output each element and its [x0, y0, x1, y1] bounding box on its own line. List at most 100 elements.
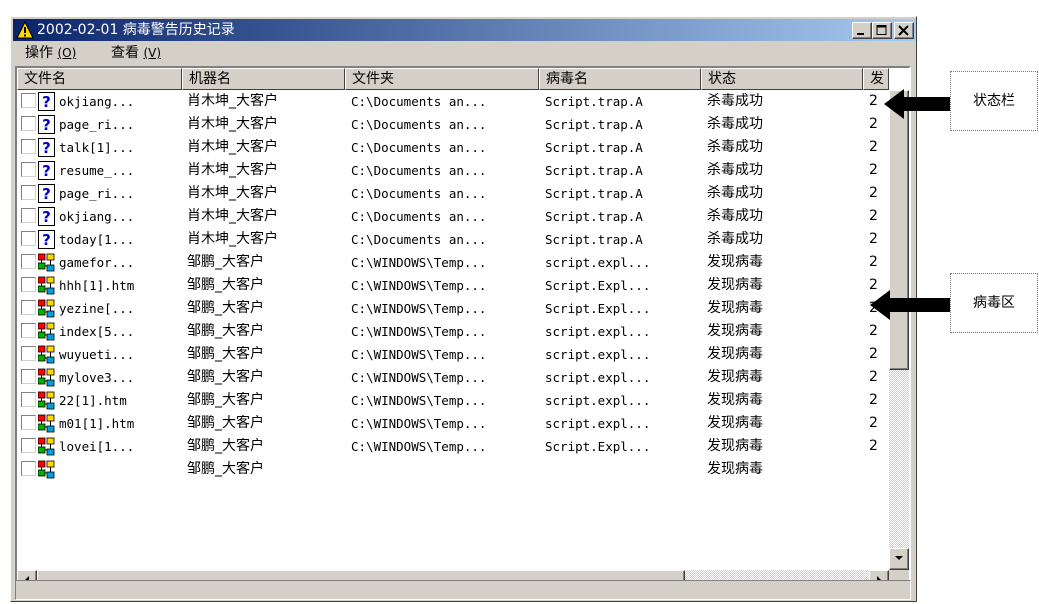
cell-virus: script.expl... [545, 370, 651, 385]
table-row[interactable]: lovei[1... 邹鹏_大客户 C:\WINDOWS\Temp... Script… [17, 435, 889, 458]
virus-file-icon [38, 276, 55, 295]
menu-bar: 操作 (O) 查看 (V) [13, 42, 916, 64]
cell-virus: Script.trap.A [545, 232, 643, 247]
table-row[interactable]: ? talk[1]... 肖木坤_大客户 C:\Documents an... Scri… [17, 136, 889, 159]
menu-view[interactable]: 查看 (V) [111, 45, 161, 61]
row-checkbox[interactable] [21, 346, 36, 361]
cell-file: okjiang... [59, 94, 135, 109]
table-row[interactable]: index[5... 邹鹏_大客户 C:\WINDOWS\Temp... script… [17, 320, 889, 343]
table-row[interactable]: hhh[1].htm 邹鹏_大客户 C:\WINDOWS\Temp... Script… [17, 274, 889, 297]
cell-machine: 邹鹏_大客户 [187, 392, 264, 408]
cell-extra: 2 [869, 415, 878, 431]
row-checkbox[interactable] [21, 231, 36, 246]
table-row[interactable]: ? resume_... 肖木坤_大客户 C:\Documents an... Scri… [17, 159, 889, 182]
cell-status: 发现病毒 [707, 300, 763, 316]
status-bar [15, 580, 911, 600]
table-row[interactable]: ? okjiang... 肖木坤_大客户 C:\Documents an... Scri… [17, 90, 889, 113]
row-checkbox[interactable] [21, 415, 36, 430]
cell-file: page_ri... [59, 117, 135, 132]
cell-extra: 2 [869, 208, 878, 224]
row-checkbox[interactable] [21, 139, 36, 154]
row-checkbox[interactable] [21, 277, 36, 292]
cell-status: 发现病毒 [707, 438, 763, 454]
table-row[interactable]: yezine[... 邹鹏_大客户 C:\WINDOWS\Temp... Script… [17, 297, 889, 320]
cell-machine: 邹鹏_大客户 [187, 369, 264, 385]
cell-file: index[5... [59, 324, 135, 339]
row-checkbox[interactable] [21, 116, 36, 131]
cell-virus: Script.trap.A [545, 94, 643, 109]
row-checkbox[interactable] [21, 254, 36, 269]
cell-folder: C:\WINDOWS\Temp... [351, 347, 487, 362]
row-checkbox[interactable] [21, 369, 36, 384]
cell-machine: 邹鹏_大客户 [187, 254, 264, 270]
table-row[interactable]: wuyueti... 邹鹏_大客户 C:\WINDOWS\Temp... script… [17, 343, 889, 366]
vertical-scroll-thumb[interactable] [889, 90, 909, 370]
cell-extra: 2 [869, 162, 878, 178]
cell-status: 发现病毒 [707, 254, 763, 270]
minimize-button[interactable] [852, 22, 872, 39]
column-header-extra[interactable]: 发 [863, 68, 889, 90]
row-checkbox[interactable] [21, 93, 36, 108]
column-header-filename[interactable]: 文件名 [17, 68, 182, 90]
column-header-virus[interactable]: 病毒名 [539, 68, 701, 90]
table-row[interactable]: mylove3... 邹鹏_大客户 C:\WINDOWS\Temp... script… [17, 366, 889, 389]
cell-folder: C:\WINDOWS\Temp... [351, 439, 487, 454]
cell-machine: 肖木坤_大客户 [187, 93, 278, 109]
title-bar[interactable]: 2002-02-01 病毒警告历史记录 [13, 19, 916, 41]
close-button[interactable] [894, 22, 914, 39]
virus-file-icon [38, 253, 55, 272]
row-checkbox[interactable] [21, 461, 36, 476]
row-checkbox[interactable] [21, 208, 36, 223]
menu-operate[interactable]: 操作 (O) [25, 45, 76, 61]
table-row[interactable]: 邹鹏_大客户 发现病毒 [17, 458, 889, 481]
svg-text:?: ? [42, 208, 51, 226]
cell-virus: script.expl... [545, 393, 651, 408]
column-header-status[interactable]: 状态 [701, 68, 863, 90]
column-header-folder[interactable]: 文件夹 [345, 68, 539, 90]
row-checkbox[interactable] [21, 162, 36, 177]
table-row[interactable]: ? today[1... 肖木坤_大客户 C:\Documents an... Scri… [17, 228, 889, 251]
cell-machine: 邹鹏_大客户 [187, 415, 264, 431]
warning-icon [16, 21, 34, 39]
row-checkbox[interactable] [21, 392, 36, 407]
svg-text:?: ? [42, 93, 51, 111]
scroll-down-button[interactable] [889, 548, 909, 570]
row-checkbox[interactable] [21, 323, 36, 338]
cell-folder: C:\WINDOWS\Temp... [351, 278, 487, 293]
cell-status: 杀毒成功 [707, 185, 763, 201]
table-row[interactable]: ? okjiang... 肖木坤_大客户 C:\Documents an... Scri… [17, 205, 889, 228]
cell-file: m01[1].htm [59, 416, 135, 431]
table-row[interactable]: m01[1].htm 邹鹏_大客户 C:\WINDOWS\Temp... script… [17, 412, 889, 435]
cell-virus: Script.Expl... [545, 301, 651, 316]
cell-folder: C:\WINDOWS\Temp... [351, 301, 487, 316]
cell-virus: Script.trap.A [545, 140, 643, 155]
minimize-icon [857, 33, 864, 35]
cell-status: 发现病毒 [707, 415, 763, 431]
table-row[interactable]: gamefor... 邹鹏_大客户 C:\WINDOWS\Temp... script… [17, 251, 889, 274]
cell-folder: C:\Documents an... [351, 140, 487, 155]
cell-status: 杀毒成功 [707, 162, 763, 178]
table-row[interactable]: ? page_ri... 肖木坤_大客户 C:\Documents an... Scri… [17, 182, 889, 205]
row-checkbox[interactable] [21, 438, 36, 453]
table-row[interactable]: 22[1].htm 邹鹏_大客户 C:\WINDOWS\Temp... script.… [17, 389, 889, 412]
row-checkbox[interactable] [21, 300, 36, 315]
scroll-down-icon [895, 556, 903, 560]
cell-folder: C:\Documents an... [351, 163, 487, 178]
virus-file-icon [38, 345, 55, 364]
cell-file: mylove3... [59, 370, 135, 385]
svg-text:?: ? [42, 162, 51, 180]
cell-status: 发现病毒 [707, 369, 763, 385]
cell-file: wuyueti... [59, 347, 135, 362]
maximize-button[interactable] [872, 22, 892, 39]
cell-machine: 邹鹏_大客户 [187, 461, 264, 477]
cell-extra: 2 [869, 231, 878, 247]
table-row[interactable]: ? page_ri... 肖木坤_大客户 C:\Documents an... Scri… [17, 113, 889, 136]
cell-extra: 2 [869, 323, 878, 339]
cell-folder: C:\WINDOWS\Temp... [351, 393, 487, 408]
cell-extra: 2 [869, 254, 878, 270]
window-title: 2002-02-01 病毒警告历史记录 [37, 22, 235, 38]
virus-area-callout: 病毒区 [950, 273, 1038, 333]
cell-file: yezine[... [59, 301, 135, 316]
row-checkbox[interactable] [21, 185, 36, 200]
column-header-machine[interactable]: 机器名 [182, 68, 345, 90]
